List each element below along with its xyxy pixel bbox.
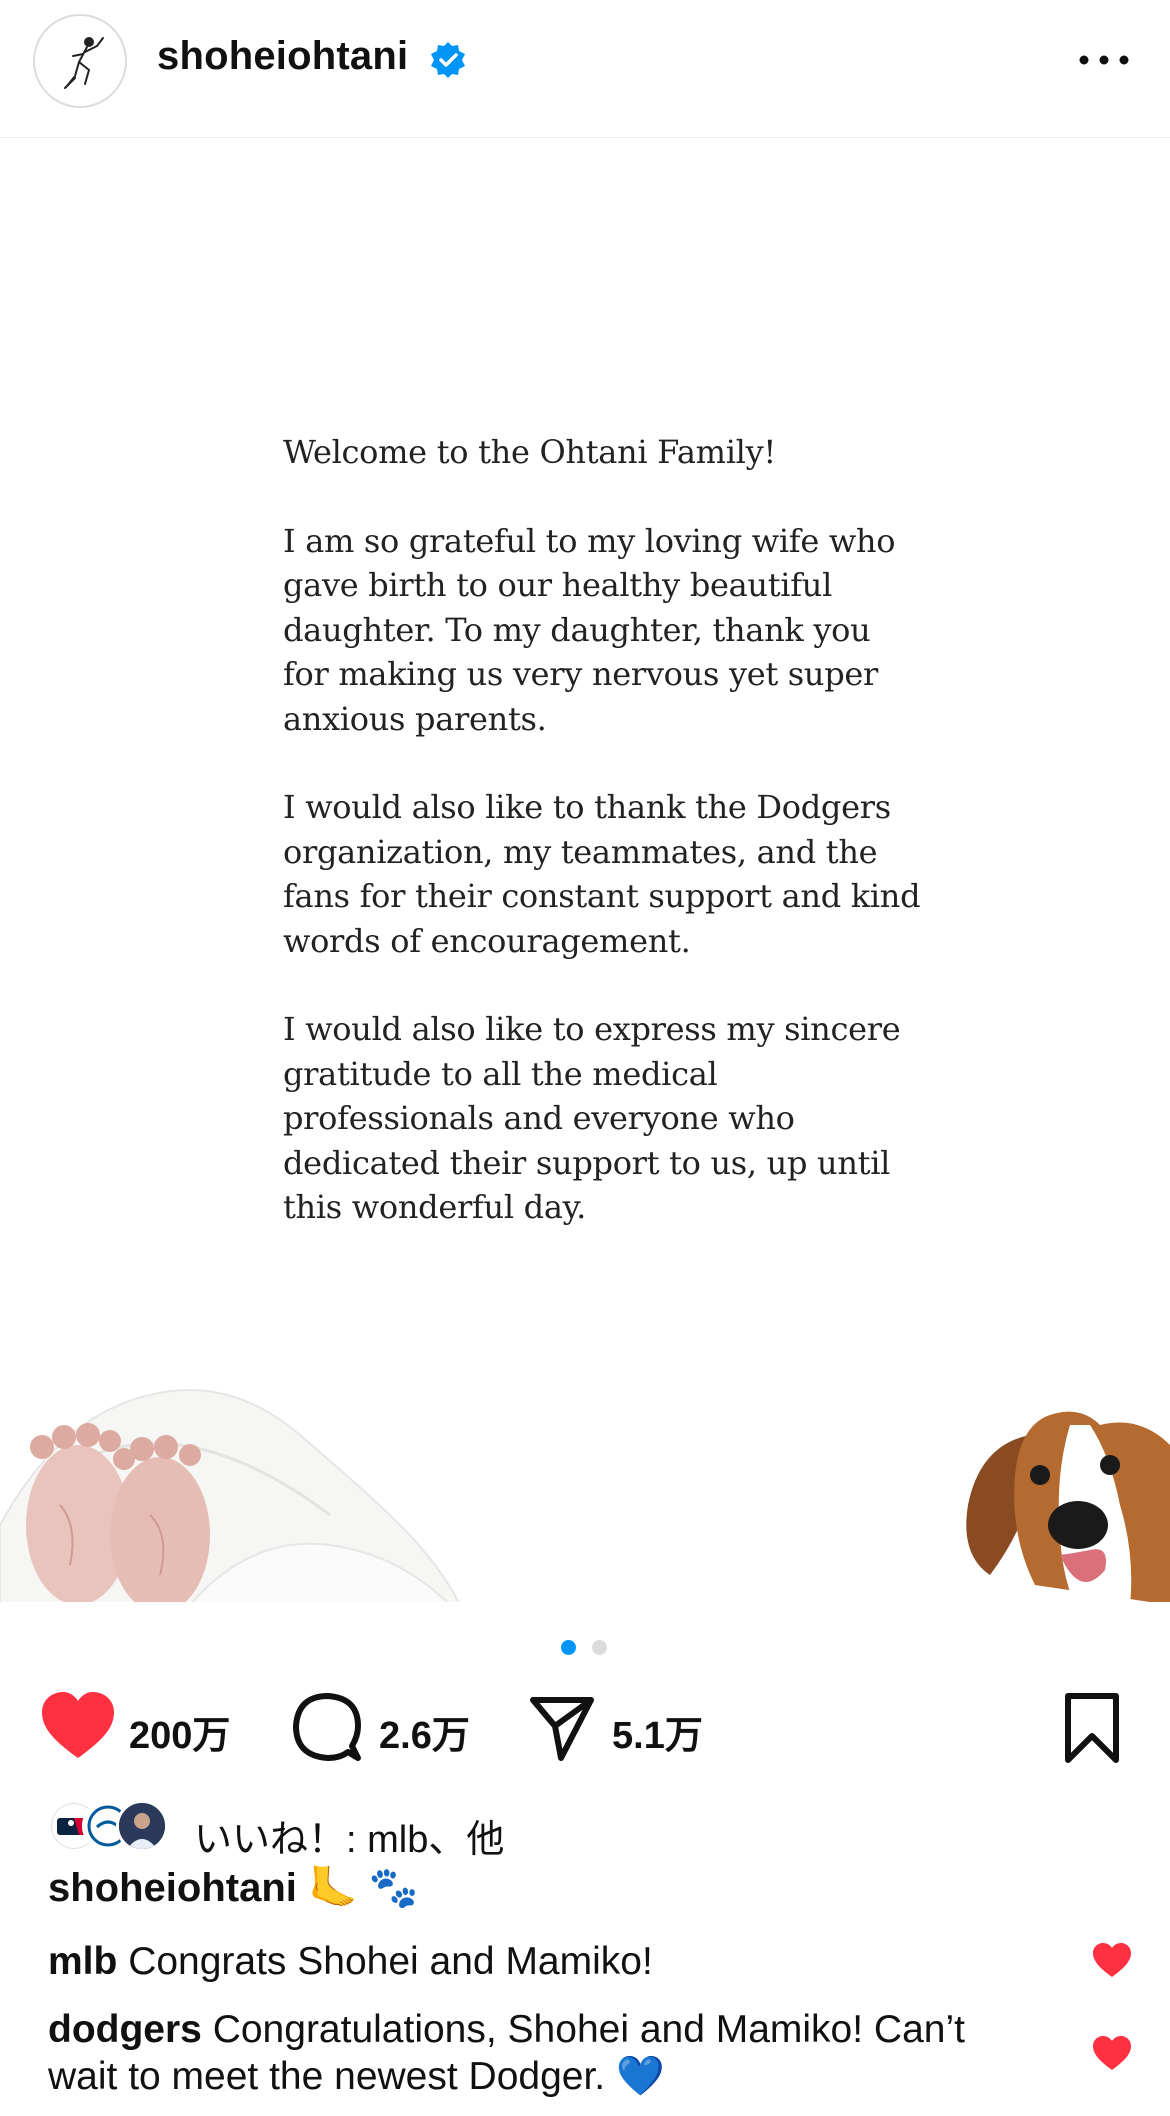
like-count[interactable]: 200万 [129,1704,230,1759]
share-icon[interactable] [527,1690,597,1766]
comment-username[interactable]: dodgers [48,2008,202,2051]
post-header: shoheiohtani [0,0,1170,138]
comment-like-heart-icon[interactable] [1092,2036,1132,2072]
carousel-indicator [0,1640,1170,1656]
letter-paragraph-1: I am so grateful to my loving wife who g… [283,521,896,738]
baby-feet-image [0,1389,460,1602]
post-caption: shoheiohtani 🦶 🐾 [48,1864,419,1911]
carousel-dot-active [561,1640,576,1655]
post-image[interactable]: Welcome to the Ohtani Family! I am so gr… [0,140,1170,1602]
caption-username[interactable]: shoheiohtani [48,1866,297,1910]
comment-count[interactable]: 2.6万 [379,1704,470,1759]
carousel-dot [592,1640,607,1655]
comment-icon[interactable] [292,1690,362,1766]
like-heart-icon[interactable] [40,1690,116,1766]
dog-image [966,1411,1170,1602]
comment-item: dodgers Congratulations, Shohei and Mami… [48,2006,978,2100]
liker-avatar-player [116,1800,168,1852]
post-username[interactable]: shoheiohtani [157,34,408,79]
verified-badge-icon [431,42,465,78]
profile-avatar[interactable] [33,14,127,108]
player-photo-icon [119,1803,165,1849]
bookmark-icon[interactable] [1062,1690,1122,1766]
comment-like-heart-icon[interactable] [1092,1943,1132,1979]
more-options-icon[interactable] [1076,40,1132,80]
comment-item: mlb Congrats Shohei and Mamiko! [48,1938,1048,1985]
share-count[interactable]: 5.1万 [612,1704,703,1759]
baseball-player-sketch-icon [64,37,104,89]
letter-paragraph-3: I would also like to express my sincere … [283,1010,901,1226]
letter-greeting: Welcome to the Ohtani Family! [283,433,776,471]
comment-text: Congrats Shohei and Mamiko! [128,1940,653,1983]
comment-username[interactable]: mlb [48,1940,117,1983]
caption-text: 🦶 🐾 [308,1866,419,1910]
liked-by-text: いいね！: mlb、他 [194,1819,505,1861]
post-actions: 200万 2.6万 5.1万 [0,1690,1170,1766]
letter-paragraph-2: I would also like to thank the Dodgers o… [283,788,921,960]
announcement-letter: Welcome to the Ohtani Family! I am so gr… [283,430,923,1274]
liked-by-row[interactable]: いいね！: mlb、他 [48,1800,948,1861]
